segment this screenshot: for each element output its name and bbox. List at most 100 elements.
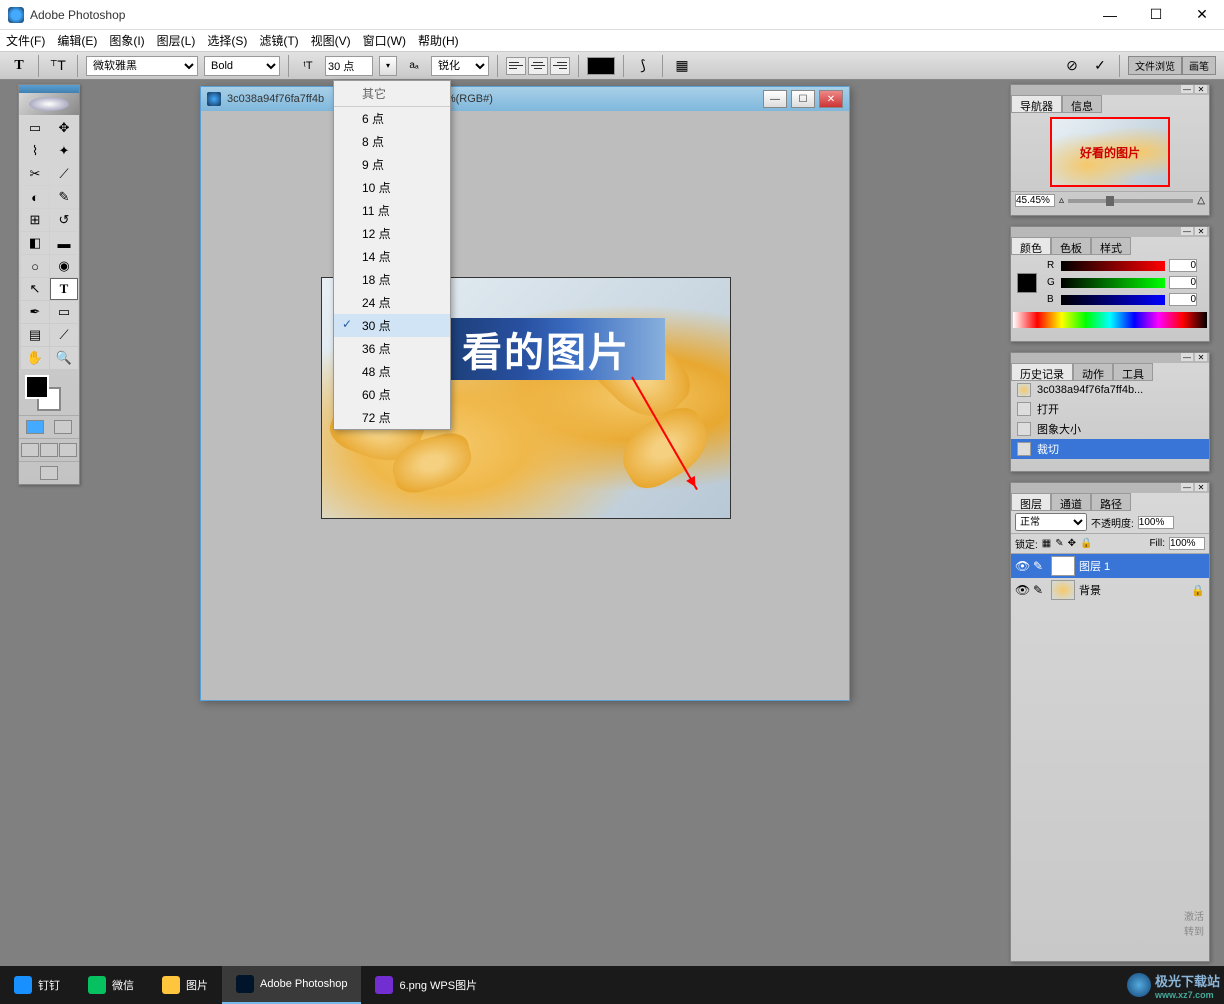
close-button[interactable]: ✕	[1188, 5, 1216, 25]
size-option[interactable]: 6 点	[334, 107, 450, 130]
history-item[interactable]: 图象大小	[1011, 419, 1209, 439]
dodge-tool[interactable]: ◉	[50, 255, 78, 277]
text-color-swatch[interactable]	[587, 57, 615, 75]
font-size-input[interactable]	[325, 56, 373, 76]
menu-file[interactable]: 文件(F)	[6, 32, 45, 49]
jump-to-icon[interactable]	[40, 466, 58, 480]
lasso-tool[interactable]: ⌇	[21, 140, 49, 162]
commit-icon[interactable]: ✓	[1089, 55, 1111, 77]
doc-maximize-button[interactable]: ☐	[791, 90, 815, 108]
screen-mode-3-icon[interactable]	[59, 443, 77, 457]
tab-swatches[interactable]: 色板	[1051, 237, 1091, 255]
size-option[interactable]: 48 点	[334, 360, 450, 383]
b-slider[interactable]	[1061, 295, 1165, 305]
zoom-out-icon[interactable]: ▵	[1059, 195, 1064, 206]
size-option[interactable]: 18 点	[334, 268, 450, 291]
g-slider[interactable]	[1061, 278, 1165, 288]
visibility-icon[interactable]: 👁	[1015, 559, 1029, 573]
wand-tool[interactable]: ✦	[50, 140, 78, 162]
foreground-color[interactable]	[25, 375, 49, 399]
lock-all-icon[interactable]: 🔒	[1080, 538, 1092, 549]
size-option[interactable]: 12 点	[334, 222, 450, 245]
tab-paths[interactable]: 路径	[1091, 493, 1131, 511]
zoom-slider[interactable]	[1068, 199, 1193, 203]
zoom-input[interactable]	[1015, 194, 1055, 207]
blend-mode-select[interactable]: 正常	[1015, 513, 1087, 531]
align-left-button[interactable]	[506, 57, 526, 75]
crop-tool[interactable]: ✂	[21, 163, 49, 185]
history-brush-tool[interactable]: ↺	[50, 209, 78, 231]
visibility-icon[interactable]: 👁	[1015, 583, 1029, 597]
shape-tool[interactable]: ▭	[50, 301, 78, 323]
notes-tool[interactable]: ▤	[21, 324, 49, 346]
menu-window[interactable]: 窗口(W)	[363, 32, 406, 49]
eyedropper-tool[interactable]: ⟋	[50, 324, 78, 346]
font-size-dropdown-button[interactable]: ▾	[379, 56, 397, 76]
tab-info[interactable]: 信息	[1062, 95, 1102, 113]
panel-minimize-icon[interactable]: —	[1181, 483, 1193, 491]
size-option[interactable]: 10 点	[334, 176, 450, 199]
align-right-button[interactable]	[550, 57, 570, 75]
navigator-thumbnail[interactable]: 好看的图片	[1050, 117, 1170, 187]
panel-minimize-icon[interactable]: —	[1181, 353, 1193, 361]
size-option[interactable]: 36 点	[334, 337, 450, 360]
hand-tool[interactable]: ✋	[21, 347, 49, 369]
menu-edit[interactable]: 编辑(E)	[57, 32, 97, 49]
g-input[interactable]	[1169, 276, 1197, 289]
stamp-tool[interactable]: ⊞	[21, 209, 49, 231]
type-tool[interactable]: T	[50, 278, 78, 300]
panel-close-icon[interactable]: ✕	[1195, 353, 1207, 361]
layer-item[interactable]: 👁✎背景🔒	[1011, 578, 1209, 602]
heal-tool[interactable]: ◐	[21, 186, 49, 208]
doc-close-button[interactable]: ✕	[819, 90, 843, 108]
font-weight-select[interactable]: Bold	[204, 56, 280, 76]
tab-tools[interactable]: 工具	[1113, 363, 1153, 381]
zoom-tool[interactable]: 🔍	[50, 347, 78, 369]
panel-close-icon[interactable]: ✕	[1195, 483, 1207, 491]
size-option[interactable]: 24 点	[334, 291, 450, 314]
tab-brush[interactable]: 画笔	[1182, 56, 1216, 75]
size-option[interactable]: 14 点	[334, 245, 450, 268]
pen-tool[interactable]: ✒	[21, 301, 49, 323]
toolbox-grip[interactable]	[19, 85, 79, 93]
blur-tool[interactable]: ○	[21, 255, 49, 277]
dropdown-header[interactable]: 其它	[334, 81, 450, 107]
b-input[interactable]	[1169, 293, 1197, 306]
size-option[interactable]: 30 点	[334, 314, 450, 337]
menu-image[interactable]: 图象(I)	[109, 32, 144, 49]
screen-mode-2-icon[interactable]	[40, 443, 58, 457]
menu-help[interactable]: 帮助(H)	[418, 32, 459, 49]
size-option[interactable]: 8 点	[334, 130, 450, 153]
panel-minimize-icon[interactable]: —	[1181, 85, 1193, 93]
marquee-tool[interactable]: ▭	[21, 117, 49, 139]
r-slider[interactable]	[1061, 261, 1165, 271]
minimize-button[interactable]: —	[1096, 5, 1124, 25]
taskbar-item[interactable]: 图片	[148, 966, 222, 1004]
gradient-tool[interactable]: ▬	[50, 232, 78, 254]
tab-layers[interactable]: 图层	[1011, 493, 1051, 511]
taskbar-item[interactable]: 钉钉	[0, 966, 74, 1004]
font-family-select[interactable]: 微软雅黑	[86, 56, 198, 76]
tab-navigator[interactable]: 导航器	[1011, 95, 1062, 113]
path-select-tool[interactable]: ↖	[21, 278, 49, 300]
screen-mode-1-icon[interactable]	[21, 443, 39, 457]
tab-history[interactable]: 历史记录	[1011, 363, 1073, 381]
menu-view[interactable]: 视图(V)	[311, 32, 351, 49]
panel-close-icon[interactable]: ✕	[1195, 85, 1207, 93]
fill-input[interactable]	[1169, 537, 1205, 550]
zoom-in-icon[interactable]: △	[1197, 195, 1205, 206]
tab-styles[interactable]: 样式	[1091, 237, 1131, 255]
tab-channels[interactable]: 通道	[1051, 493, 1091, 511]
brush-tool[interactable]: ✎	[50, 186, 78, 208]
r-input[interactable]	[1169, 259, 1197, 272]
size-option[interactable]: 72 点	[334, 406, 450, 429]
size-option[interactable]: 11 点	[334, 199, 450, 222]
tab-color[interactable]: 颜色	[1011, 237, 1051, 255]
history-snapshot[interactable]: 3c038a94f76fa7ff4b...	[1011, 381, 1209, 399]
eraser-tool[interactable]: ◧	[21, 232, 49, 254]
orientation-icon[interactable]: ⸆T	[47, 55, 69, 77]
panel-minimize-icon[interactable]: —	[1181, 227, 1193, 235]
doc-minimize-button[interactable]: —	[763, 90, 787, 108]
size-option[interactable]: 9 点	[334, 153, 450, 176]
menu-select[interactable]: 选择(S)	[207, 32, 247, 49]
